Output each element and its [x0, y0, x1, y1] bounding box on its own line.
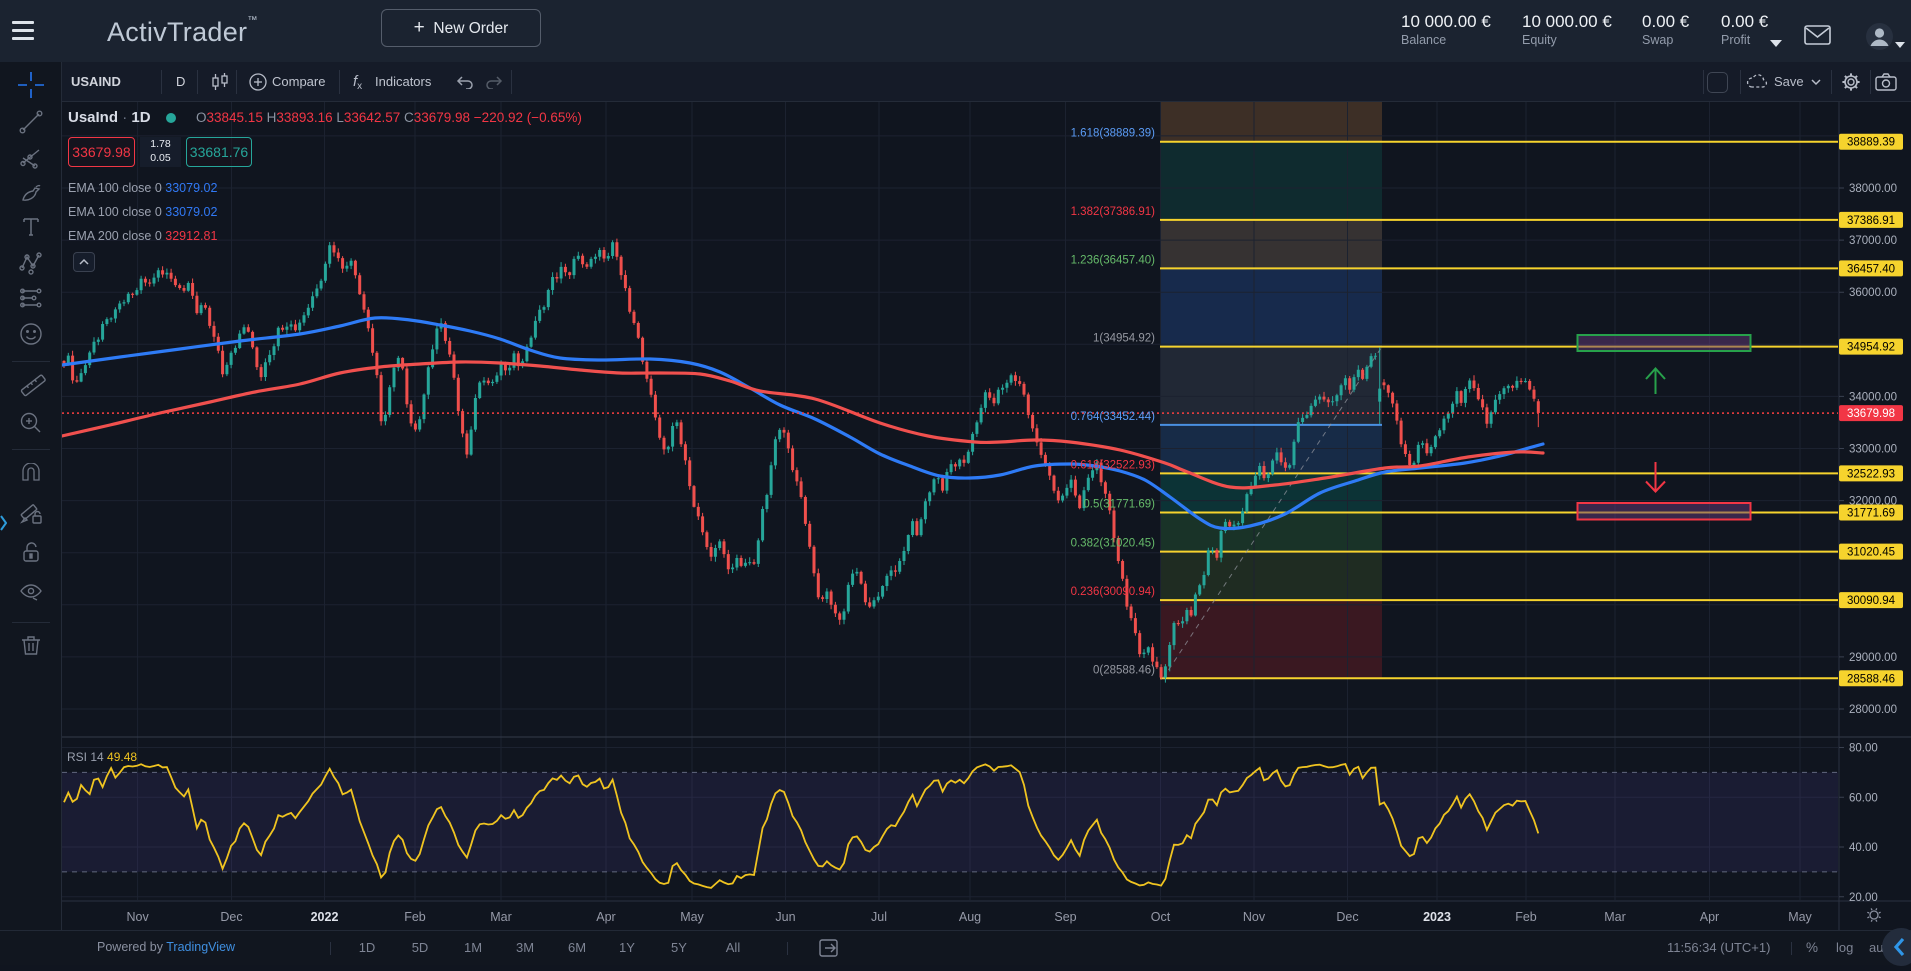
svg-text:28588.46: 28588.46 — [1847, 673, 1895, 685]
svg-text:1.236(36457.40): 1.236(36457.40) — [1071, 254, 1156, 266]
svg-text:May: May — [680, 910, 704, 924]
svg-text:Nov: Nov — [126, 910, 149, 924]
svg-text:20.00: 20.00 — [1849, 892, 1878, 904]
svg-text:0.382(31020.45): 0.382(31020.45) — [1071, 538, 1156, 550]
svg-text:34000.00: 34000.00 — [1849, 391, 1897, 403]
svg-text:Nov: Nov — [1243, 910, 1266, 924]
svg-text:37386.91: 37386.91 — [1847, 215, 1895, 227]
svg-text:32522.93: 32522.93 — [1847, 468, 1895, 480]
svg-text:Oct: Oct — [1151, 910, 1171, 924]
svg-text:38000.00: 38000.00 — [1849, 183, 1897, 195]
svg-text:Jun: Jun — [775, 910, 795, 924]
svg-text:Mar: Mar — [1604, 910, 1626, 924]
svg-text:Dec: Dec — [1336, 910, 1358, 924]
svg-text:Jul: Jul — [871, 910, 887, 924]
svg-text:Feb: Feb — [1515, 910, 1537, 924]
svg-text:1(34954.92): 1(34954.92) — [1093, 333, 1155, 345]
svg-text:0.764(33452.44): 0.764(33452.44) — [1071, 411, 1156, 423]
svg-text:36000.00: 36000.00 — [1849, 287, 1897, 299]
svg-text:34954.92: 34954.92 — [1847, 342, 1895, 354]
svg-text:38889.39: 38889.39 — [1847, 137, 1895, 149]
svg-text:1.382(37386.91): 1.382(37386.91) — [1071, 206, 1156, 218]
svg-text:Aug: Aug — [959, 910, 981, 924]
svg-text:2022: 2022 — [311, 910, 339, 924]
svg-text:30090.94: 30090.94 — [1847, 595, 1896, 607]
svg-text:40.00: 40.00 — [1849, 842, 1878, 854]
svg-text:0.236(30090.94): 0.236(30090.94) — [1071, 586, 1156, 598]
svg-text:Apr: Apr — [1700, 910, 1719, 924]
svg-text:May: May — [1788, 910, 1812, 924]
svg-text:33679.98: 33679.98 — [1847, 408, 1895, 420]
svg-text:28000.00: 28000.00 — [1849, 704, 1897, 716]
svg-text:Dec: Dec — [220, 910, 242, 924]
svg-text:60.00: 60.00 — [1849, 792, 1878, 804]
svg-text:33000.00: 33000.00 — [1849, 444, 1897, 456]
svg-text:2023: 2023 — [1423, 910, 1451, 924]
svg-text:Mar: Mar — [490, 910, 512, 924]
svg-text:1.618(38889.39): 1.618(38889.39) — [1071, 128, 1156, 140]
svg-text:0(28588.46): 0(28588.46) — [1093, 664, 1155, 676]
svg-text:31020.45: 31020.45 — [1847, 547, 1895, 559]
svg-text:Feb: Feb — [404, 910, 426, 924]
svg-text:0.618(32522.93): 0.618(32522.93) — [1071, 459, 1156, 471]
svg-text:Sep: Sep — [1054, 910, 1076, 924]
svg-text:36457.40: 36457.40 — [1847, 263, 1895, 275]
svg-text:37000.00: 37000.00 — [1849, 235, 1897, 247]
svg-text:0.5(31771.69): 0.5(31771.69) — [1083, 499, 1155, 511]
svg-text:80.00: 80.00 — [1849, 743, 1878, 755]
svg-text:31771.69: 31771.69 — [1847, 508, 1895, 520]
svg-text:29000.00: 29000.00 — [1849, 652, 1897, 664]
svg-text:Apr: Apr — [596, 910, 615, 924]
